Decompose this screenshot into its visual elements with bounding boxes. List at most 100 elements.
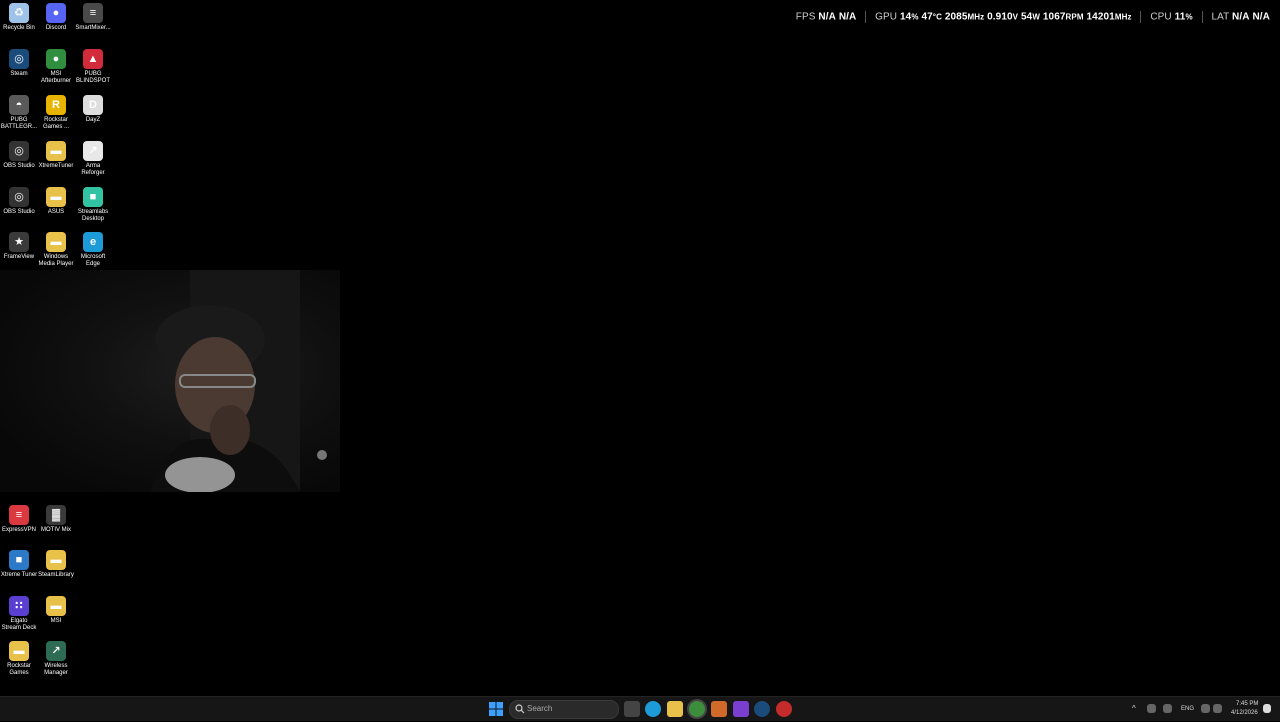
desktop-icon-pubg-battlegr[interactable]: ◓ PUBG BATTLEGR... <box>0 95 38 131</box>
xtremetuner-icon: ▬ <box>46 141 66 161</box>
start-button[interactable] <box>488 701 504 717</box>
app-taskbar-icon-2[interactable] <box>776 701 792 717</box>
rockstar-games-icon: R <box>46 95 66 115</box>
desktop-icon-microsoft-edge[interactable]: e Microsoft Edge <box>74 232 112 268</box>
edge-taskbar-icon[interactable] <box>645 701 661 717</box>
tray-display-icon[interactable] <box>1201 704 1210 713</box>
steamlibrary-icon: ▬ <box>46 550 66 570</box>
gpu-power-unit: W <box>1032 12 1040 22</box>
desktop-icon-msi-afterburner[interactable]: ● MSI Afterburner <box>37 49 75 85</box>
clock-time[interactable]: 7:45 PM <box>1236 701 1258 707</box>
latency-value-2: N/A <box>1252 11 1270 23</box>
microsoft-edge-icon: e <box>83 232 103 252</box>
gpu-temp-unit: °C <box>932 12 942 22</box>
smartmixer-icon: ≡ <box>83 3 103 23</box>
desktop-icon-discord[interactable]: ● Discord <box>37 3 75 32</box>
desktop-icon-xtreme-tuner[interactable]: ■ Xtreme Tuner <box>0 550 38 579</box>
arma-reforger-icon: ↗ <box>83 141 103 161</box>
desktop-icon-rockstar-games[interactable]: R Rockstar Games ... <box>37 95 75 131</box>
tray-volume-icon[interactable] <box>1213 704 1222 713</box>
task-view-icon[interactable] <box>624 701 640 717</box>
desktop-icon-label: XtremeTuner <box>38 163 74 169</box>
expressvpn-icon: ≡ <box>9 505 29 525</box>
search-placeholder: Search <box>527 704 553 713</box>
desktop-icon-label: OBS Studio <box>3 163 35 169</box>
recycle-bin-icon: ♻ <box>9 3 29 23</box>
taskbar: Search ^ ENG 7:45 PM 4/12/2026 <box>0 696 1280 721</box>
language-indicator[interactable]: ENG <box>1181 706 1194 712</box>
tray-microphone-icon[interactable] <box>1163 704 1172 713</box>
desktop-icon-label: Wireless Manager <box>44 663 68 676</box>
desktop-icon-label: MOTIV Mix <box>41 527 71 533</box>
desktop-icon-frameview[interactable]: ★ FrameView <box>0 232 38 261</box>
windows-logo-icon <box>489 702 503 716</box>
memory-clock-unit: MHz <box>1114 12 1132 22</box>
desktop-icon-label: Discord <box>45 25 67 31</box>
clock-date[interactable]: 4/12/2026 <box>1231 710 1258 716</box>
desktop-icon-steam[interactable]: ◎ Steam <box>0 49 38 78</box>
desktop-icon-expressvpn[interactable]: ≡ ExpressVPN <box>0 505 38 534</box>
desktop-icon-dayz[interactable]: D DayZ <box>74 95 112 124</box>
desktop-icon-motiv-mix[interactable]: ▓ MOTIV Mix <box>37 505 75 534</box>
fan-speed: 1067 <box>1042 11 1066 23</box>
show-hidden-icons-chevron-icon[interactable]: ^ <box>1132 704 1136 713</box>
fps-label: FPS <box>795 11 816 23</box>
obs-studio-icon: ◎ <box>9 187 29 207</box>
desktop-icon-label: Streamlabs Desktop <box>77 209 109 222</box>
file-explorer-icon[interactable] <box>667 701 683 717</box>
gpu-voltage-unit: V <box>1012 12 1019 22</box>
desktop-icon-arma-reforger[interactable]: ↗ Arma Reforger <box>74 141 112 177</box>
desktop-icon-label: FrameView <box>3 254 35 260</box>
chrome-taskbar-icon[interactable] <box>689 701 705 717</box>
webcam-overlay <box>0 270 340 492</box>
desktop-icon-streamlabs-desktop[interactable]: ■ Streamlabs Desktop <box>74 187 112 223</box>
tray-network-icon[interactable] <box>1147 704 1156 713</box>
streamlabs-desktop-icon: ■ <box>83 187 103 207</box>
desktop-icon-label: PUBG BLINDSPOT <box>75 71 110 84</box>
desktop-icon-msi[interactable]: ▬ MSI <box>37 596 75 625</box>
desktop-icon-asus[interactable]: ▬ ASUS <box>37 187 75 216</box>
app-taskbar-icon[interactable] <box>711 701 727 717</box>
cpu-load: 11 <box>1174 11 1186 23</box>
osd-divider <box>1201 11 1203 23</box>
fps-value-2: N/A <box>838 11 857 23</box>
desktop-icon-windows-media-player[interactable]: ▬ Windows Media Player <box>37 232 75 268</box>
webcam-person-image <box>150 270 327 492</box>
desktop-icon-label: Microsoft Edge <box>80 254 106 267</box>
windows-media-player-icon: ▬ <box>46 232 66 252</box>
discord-icon: ● <box>46 3 66 23</box>
steam-taskbar-icon[interactable] <box>754 701 770 717</box>
desktop-icon-smartmixer[interactable]: ≡ SmartMixer... <box>74 3 112 32</box>
notification-bell-icon[interactable] <box>1263 704 1271 713</box>
desktop-icon-label: Rockstar Games ... <box>42 117 69 130</box>
desktop-icon-obs-studio[interactable]: ◎ OBS Studio <box>0 141 38 170</box>
desktop-icon-label: PUBG BATTLEGR... <box>0 117 38 130</box>
desktop-icon-label: DayZ <box>85 117 101 123</box>
taskbar-search[interactable]: Search <box>509 700 619 719</box>
msi-afterburner-icon: ● <box>46 49 66 69</box>
desktop-icon-rockstar-games[interactable]: ▬ Rockstar Games <box>0 641 38 677</box>
latency-label: LAT <box>1211 11 1230 23</box>
discord-taskbar-icon[interactable] <box>733 701 749 717</box>
gpu-clock-unit: MHz <box>967 12 985 22</box>
desktop-icon-label: Elgato Stream Deck <box>1 618 37 631</box>
msi-icon: ▬ <box>46 596 66 616</box>
desktop: ♻ Recycle Bin ● Discord ≡ SmartMixer... ◎ Steam… <box>0 0 1280 696</box>
gpu-label: GPU <box>875 11 898 23</box>
frameview-icon: ★ <box>9 232 29 252</box>
memory-clock: 14201 <box>1086 11 1115 23</box>
desktop-icon-label: SmartMixer... <box>75 25 111 31</box>
desktop-icon-pubg-blindspot[interactable]: ▲ PUBG BLINDSPOT <box>74 49 112 85</box>
steam-icon: ◎ <box>9 49 29 69</box>
desktop-icon-steamlibrary[interactable]: ▬ SteamLibrary <box>37 550 75 579</box>
wireless-manager-icon: ↗ <box>46 641 66 661</box>
desktop-icon-label: SteamLibrary <box>38 572 74 578</box>
desktop-icon-wireless-manager[interactable]: ↗ Wireless Manager <box>37 641 75 677</box>
dayz-icon: D <box>83 95 103 115</box>
performance-osd: FPS N/A N/A GPU 14% 47°C 2085MHz 0.910V … <box>796 11 1270 23</box>
desktop-icon-xtremetuner[interactable]: ▬ XtremeTuner <box>37 141 75 170</box>
desktop-icon-elgato-stream-deck[interactable]: ∷ Elgato Stream Deck <box>0 596 38 632</box>
desktop-icon-recycle-bin[interactable]: ♻ Recycle Bin <box>0 3 38 32</box>
desktop-icon-obs-studio[interactable]: ◎ OBS Studio <box>0 187 38 216</box>
fan-speed-unit: RPM <box>1065 12 1084 22</box>
